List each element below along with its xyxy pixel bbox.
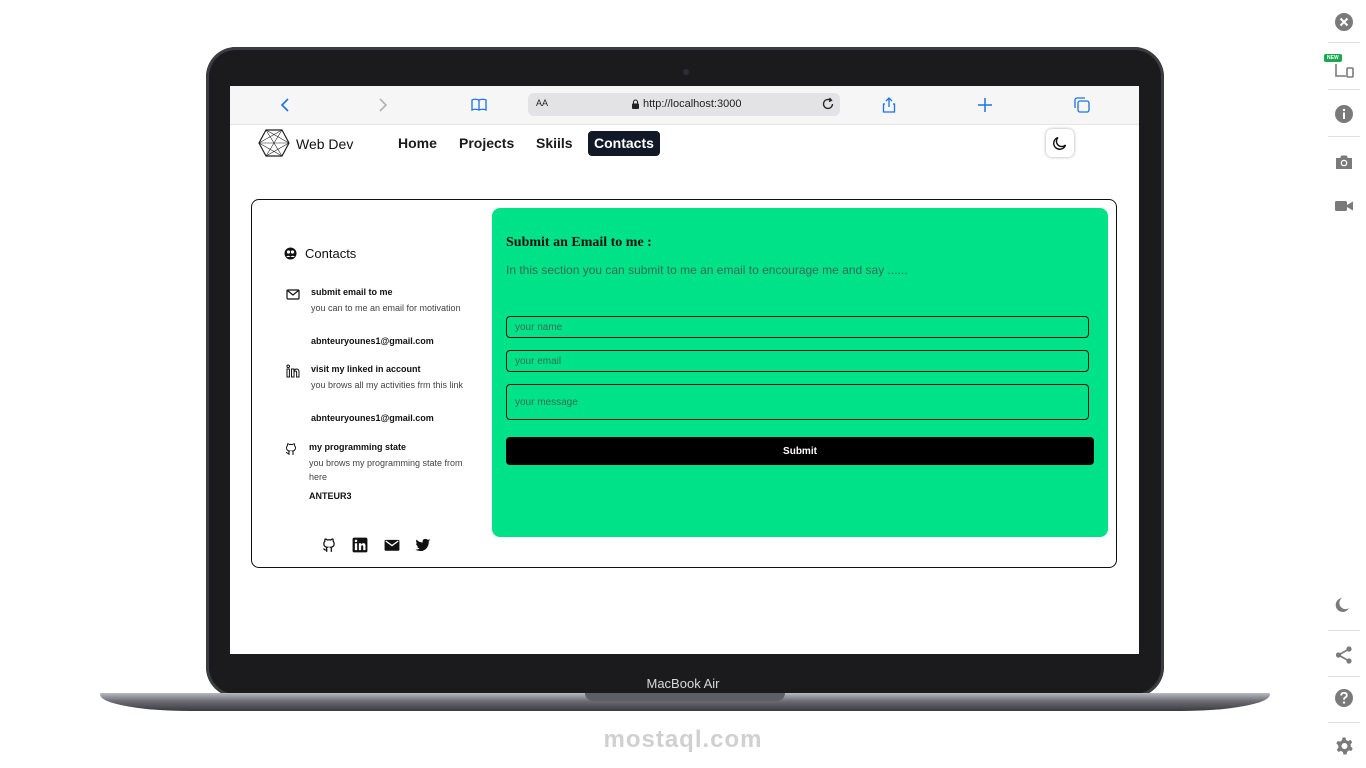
github-icon: [285, 443, 297, 455]
camera-dot: [683, 69, 689, 75]
toolbar-divider: [1328, 42, 1360, 43]
contact-item-desc: you can to me an email for motivation: [311, 303, 461, 313]
linkedin-icon: [286, 364, 300, 378]
brand-name[interactable]: Web Dev: [296, 136, 353, 152]
contact-item-desc: you brows my programming state from here: [309, 458, 463, 482]
info-icon[interactable]: [1334, 104, 1354, 124]
contact-item-desc: you brows all my activities frm this lin…: [311, 380, 464, 390]
nav-projects[interactable]: Projects: [453, 131, 520, 156]
nav-contacts[interactable]: Contacts: [588, 131, 660, 156]
toolbar-divider: [1328, 89, 1360, 90]
settings-icon[interactable]: [1334, 736, 1354, 756]
camera-icon[interactable]: [1334, 152, 1354, 172]
help-icon[interactable]: [1334, 688, 1354, 708]
contacts-icon: [284, 247, 297, 260]
reload-icon[interactable]: [821, 97, 835, 111]
mail-icon[interactable]: [384, 537, 400, 553]
site-navbar: Web Dev Home Projects Skiils Contacts: [230, 126, 1139, 166]
name-input[interactable]: [506, 316, 1089, 338]
nav-skills[interactable]: Skiils: [530, 131, 579, 156]
close-icon[interactable]: [1334, 12, 1354, 32]
tabs-icon[interactable]: [1073, 96, 1091, 114]
watermark: mostaql.com: [603, 726, 763, 753]
linkedin-icon[interactable]: [352, 537, 368, 553]
email-form-title: Submit an Email to me :: [506, 235, 652, 250]
message-input[interactable]: [506, 384, 1089, 420]
back-icon[interactable]: [277, 96, 295, 114]
contacts-heading-text: Contacts: [305, 246, 357, 261]
share-icon[interactable]: [880, 96, 898, 114]
device-label: MacBook Air: [646, 676, 720, 691]
reader-aa-button[interactable]: AA: [536, 98, 548, 108]
mail-icon: [286, 289, 300, 300]
toolbar-divider: [1328, 722, 1360, 723]
address-bar[interactable]: AA http://localhost:3000: [528, 93, 840, 116]
github-icon[interactable]: [321, 537, 337, 553]
contact-item-title: submit email to me: [311, 287, 393, 297]
moon-icon: [1053, 136, 1067, 150]
browser-toolbar: AA http://localhost:3000: [230, 86, 1139, 125]
laptop-notch: [585, 693, 785, 701]
contacts-heading: Contacts: [284, 246, 356, 261]
contact-item-value: ANTEUR3: [309, 491, 352, 501]
theme-toggle-button[interactable]: [1046, 129, 1074, 157]
forward-icon[interactable]: [373, 96, 391, 114]
url-text: http://localhost:3000: [643, 98, 742, 110]
toolbar-divider: [1328, 136, 1360, 137]
nav-home[interactable]: Home: [392, 131, 443, 156]
contact-item-value: abnteuryounes1@gmail.com: [311, 336, 434, 346]
contact-item-title: my programming state: [309, 442, 407, 452]
email-form-subtitle: In this section you can submit to me an …: [506, 263, 908, 277]
share-icon[interactable]: [1334, 645, 1354, 665]
email-form-panel: Submit an Email to me : In this section …: [492, 208, 1108, 537]
email-input[interactable]: [506, 350, 1089, 372]
toolbar-divider: [1328, 676, 1360, 677]
moon-icon[interactable]: [1334, 595, 1354, 615]
video-icon[interactable]: [1334, 196, 1354, 216]
lock-icon: [632, 99, 639, 109]
toolbar-divider: [1328, 630, 1360, 631]
contact-item-value: abnteuryounes1@gmail.com: [311, 413, 434, 423]
twitter-icon[interactable]: [415, 537, 431, 553]
responsive-icon[interactable]: [1334, 60, 1354, 80]
contact-item-title: visit my linked in account: [311, 364, 421, 374]
contact-card: Contacts submit email to me you can to m…: [251, 199, 1117, 568]
bookmarks-icon[interactable]: [470, 96, 488, 114]
browser-screen: AA http://localhost:3000 Web Dev Home Pr…: [230, 86, 1139, 654]
new-tab-icon[interactable]: [976, 96, 994, 114]
logo-icon[interactable]: [258, 129, 290, 157]
submit-button[interactable]: Submit: [506, 437, 1094, 465]
